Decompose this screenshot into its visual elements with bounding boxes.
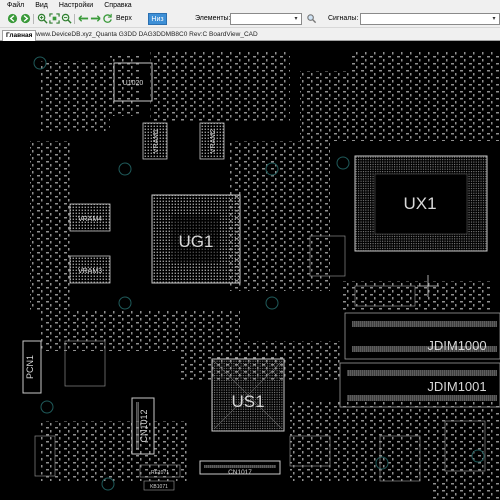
zoom-in-button[interactable] [36, 13, 48, 25]
flip-right-button[interactable] [89, 13, 101, 25]
toolbar-separator [33, 14, 34, 24]
flip-right-icon [90, 13, 101, 26]
tab-boardview-file[interactable]: www.DeviceDB.xyz_Quanta G3DD DAG3DDMB8C0… [33, 30, 261, 41]
flip-left-icon [77, 13, 89, 26]
rotate-icon [102, 13, 113, 26]
side-bottom-button[interactable]: Низ [148, 13, 167, 25]
zoom-fit-icon [48, 12, 60, 26]
component-ug1[interactable]: UG1 [151, 194, 241, 284]
us1-label: US1 [231, 392, 264, 411]
zoom-in-icon [37, 13, 48, 26]
ux1-label: UX1 [403, 194, 436, 213]
flip-left-button[interactable] [77, 13, 89, 25]
tab-main[interactable]: Главная [2, 30, 37, 41]
chevron-down-icon[interactable]: ▾ [490, 15, 498, 23]
elements-label: Элементы: [195, 15, 231, 22]
forward-button[interactable] [19, 13, 31, 25]
ug1-label: UG1 [179, 232, 214, 251]
re1071-label: RE1071 [151, 470, 169, 476]
component-us1[interactable]: US1 [211, 358, 285, 432]
back-arrow-icon [7, 13, 18, 26]
rotate-button[interactable] [101, 13, 113, 25]
component-jdim1001[interactable]: JDIM1001 [339, 362, 500, 408]
vram4-label: VRAM4 [78, 216, 102, 223]
zoom-out-icon [61, 13, 72, 26]
toolbar: Верх Низ Элементы: ▾ Сигналы: ▾ [0, 11, 500, 28]
component-vram3[interactable]: VRAM3 [69, 255, 111, 284]
zoom-out-button[interactable] [60, 13, 72, 25]
cn1017-label: CN1017 [228, 469, 252, 476]
find-element-button[interactable] [305, 13, 317, 25]
component-pcn1[interactable]: PCN1 [22, 340, 42, 394]
component-cn1017[interactable]: CN1017 [199, 460, 281, 476]
tab-bar: Главная www.DeviceDB.xyz_Quanta G3DD DAG… [0, 29, 500, 41]
signals-combobox[interactable]: ▾ [360, 13, 500, 25]
menu-view[interactable]: Вид [35, 0, 48, 11]
menu-file[interactable]: Файл [7, 0, 24, 11]
boardview-canvas[interactable]: U1020 VRAM1 VRAM2 VRAM4 VRAM3 UG1 UX1 JD… [0, 41, 500, 500]
menu-bar: Файл Вид Настройки Справка [0, 0, 500, 11]
side-top-label[interactable]: Верх [116, 14, 132, 24]
component-kb1071[interactable]: KB1071 [143, 480, 175, 491]
component-vram2[interactable]: VRAM2 [199, 122, 225, 160]
vram1-label: VRAM1 [153, 129, 160, 153]
zoom-fit-button[interactable] [48, 12, 60, 26]
search-icon [306, 13, 317, 26]
signals-label: Сигналы: [328, 15, 359, 22]
component-vram4[interactable]: VRAM4 [69, 203, 111, 232]
component-ux1[interactable]: UX1 [354, 155, 488, 252]
toolbar-separator [74, 14, 75, 24]
jdim1001-label: JDIM1001 [427, 379, 486, 394]
component-vram1[interactable]: VRAM1 [142, 122, 168, 160]
kb1071-label: KB1071 [150, 484, 168, 490]
pcb-drawing: U1020 VRAM1 VRAM2 VRAM4 VRAM3 UG1 UX1 JD… [22, 51, 500, 500]
jdim1000-label: JDIM1000 [427, 338, 486, 353]
vram3-label: VRAM3 [78, 268, 102, 275]
u1020-label: U1020 [123, 80, 144, 87]
back-button[interactable] [6, 13, 18, 25]
pcn1-label: PCN1 [25, 355, 35, 379]
chevron-down-icon[interactable]: ▾ [292, 15, 300, 23]
menu-settings[interactable]: Настройки [59, 0, 93, 11]
menu-help[interactable]: Справка [104, 0, 131, 11]
forward-arrow-icon [20, 13, 31, 26]
component-jdim1000[interactable]: JDIM1000 [344, 312, 500, 360]
vram2-label: VRAM2 [210, 129, 217, 153]
cn1012-label: CN1012 [139, 409, 149, 442]
elements-combobox[interactable]: ▾ [230, 13, 302, 25]
